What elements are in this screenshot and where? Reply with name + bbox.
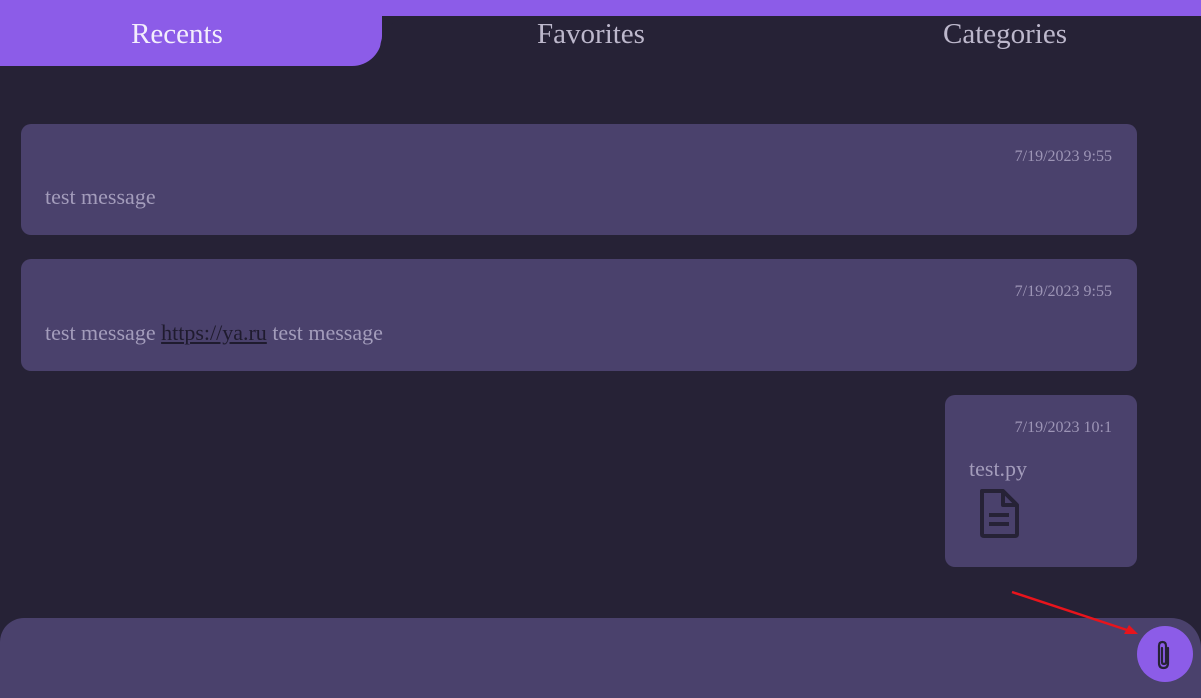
message-text: test message	[45, 184, 156, 209]
tab-favorites[interactable]: Favorites	[414, 14, 768, 54]
message-card[interactable]: 7/19/2023 9:55 test message https://ya.r…	[21, 259, 1137, 371]
message-timestamp: 7/19/2023 9:55	[1014, 283, 1112, 300]
message-text: test message https://ya.ru test message	[45, 320, 383, 346]
tab-categories[interactable]: Categories	[828, 14, 1182, 54]
message-input-bar	[0, 618, 1201, 698]
attach-file-button[interactable]	[1137, 626, 1193, 682]
file-message-card[interactable]: 7/19/2023 10:1 test.py	[945, 395, 1137, 567]
message-link[interactable]: https://ya.ru	[161, 320, 267, 345]
message-input[interactable]	[24, 638, 1118, 676]
message-timestamp: 7/19/2023 9:55	[1014, 148, 1112, 165]
message-card[interactable]: 7/19/2023 9:55 test message	[21, 124, 1137, 235]
file-name: test.py	[969, 456, 1028, 481]
message-timestamp: 7/19/2023 10:1	[1014, 419, 1112, 436]
paperclip-icon	[1157, 640, 1170, 670]
tab-recents[interactable]: Recents	[0, 14, 354, 54]
document-icon[interactable]	[977, 487, 1021, 539]
message-text-before-link: test message	[45, 320, 162, 345]
message-text-after-link: test message	[266, 320, 383, 345]
